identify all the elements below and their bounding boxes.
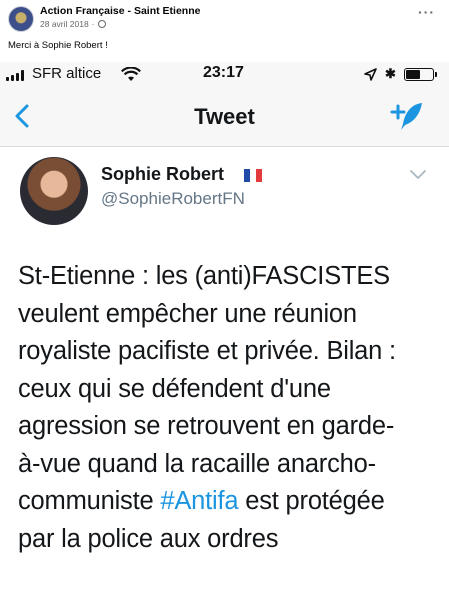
battery-level (406, 70, 420, 79)
tweet-text-line: ceux qui se défendent d'une (18, 374, 331, 403)
tweet-card: Sophie Robert @SophieRobertFN St-Etienne… (0, 147, 449, 614)
location-arrow-icon (364, 68, 377, 81)
page-title: Tweet (194, 104, 255, 129)
compose-tweet-icon[interactable] (390, 100, 424, 132)
tweet-text-line: royaliste pacifiste et privée. Bilan : (18, 337, 396, 365)
page-avatar[interactable] (8, 6, 34, 32)
tweet-text: St-Etienne : les (anti)FASCISTES veulent… (18, 258, 443, 558)
post-caption: Merci à Sophie Robert ! (8, 40, 108, 51)
post-date[interactable]: 28 avril 2018 (40, 19, 89, 29)
tweet-screenshot: SFR altice 23:17 ✱ Tweet Sophie Robert @… (0, 62, 449, 614)
tweet-text-segment: est protégée (238, 487, 385, 515)
facebook-post-header: Action Française - Saint Etienne 28 avri… (0, 0, 449, 62)
chevron-down-icon[interactable] (410, 170, 426, 180)
navigation-bar: Tweet (0, 86, 449, 147)
author-avatar[interactable] (20, 157, 88, 225)
tweet-text-line: veulent empêcher une réunion (18, 299, 357, 328)
status-bar: SFR altice 23:17 ✱ (0, 62, 449, 86)
status-time: 23:17 (203, 64, 244, 81)
hashtag-link-antifa[interactable]: #Antifa (160, 487, 238, 515)
signal-strength-icon (6, 70, 28, 81)
tweet-text-line: St-Etienne : les (anti)FASCISTES (18, 262, 390, 290)
wifi-icon (121, 67, 141, 81)
author-handle[interactable]: @SophieRobertFN (101, 189, 245, 209)
tweet-text-line: à-vue quand la racaille anarcho- (18, 449, 376, 478)
tweet-text-segment: communiste (18, 487, 161, 515)
more-options-icon[interactable]: ··· (418, 4, 435, 20)
page-name-link[interactable]: Action Française - Saint Etienne (40, 5, 200, 17)
post-meta: 28 avril 2018 · (40, 19, 106, 29)
meta-separator: · (91, 19, 95, 29)
tweet-text-line: par la police aux ordres (18, 524, 279, 553)
globe-icon (97, 20, 106, 28)
carrier-name: SFR altice (32, 65, 102, 82)
tweet-text-line: communiste #Antifa est protégée (18, 483, 443, 521)
author-name[interactable]: Sophie Robert (101, 164, 224, 185)
bluetooth-icon: ✱ (385, 66, 396, 81)
french-flag-icon (244, 169, 262, 182)
battery-icon (404, 68, 437, 81)
tweet-text-line: agression se retrouvent en garde- (18, 412, 395, 440)
